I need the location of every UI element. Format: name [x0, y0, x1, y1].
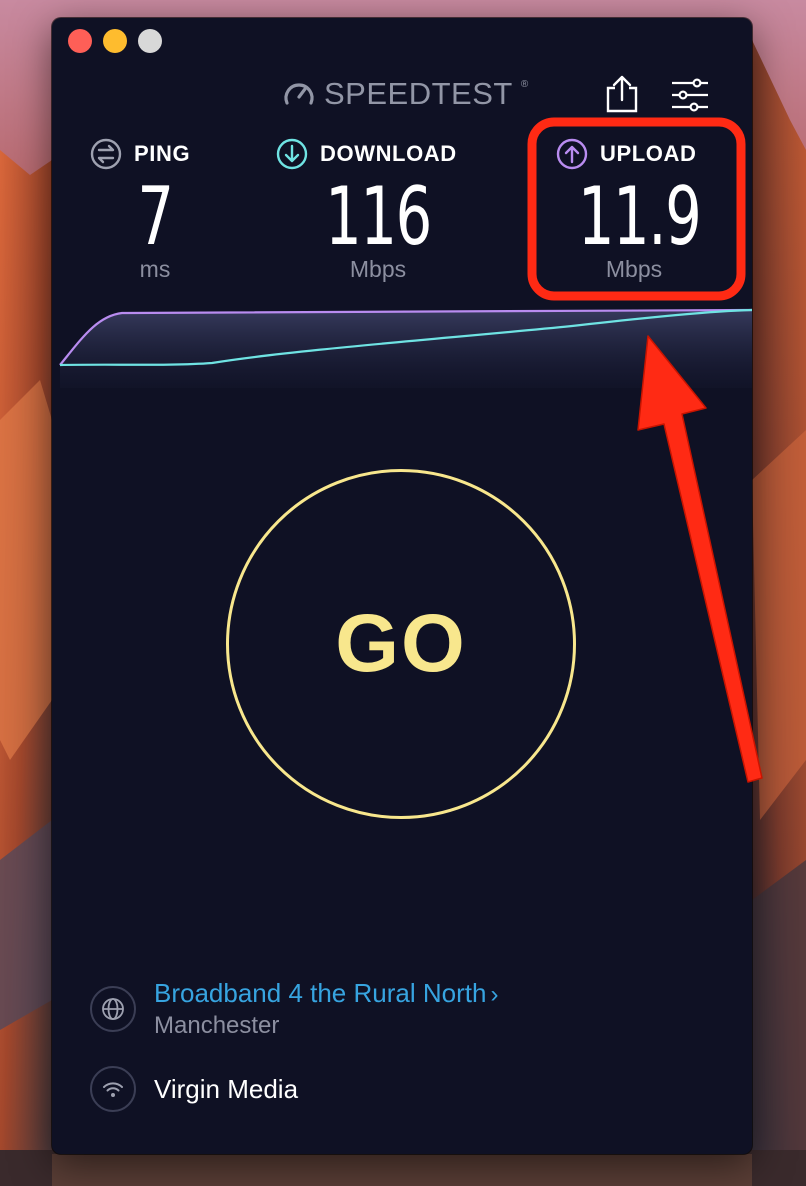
connection-icon-circle [90, 1066, 136, 1112]
go-label: GO [335, 598, 467, 689]
ping-header: PING [90, 138, 220, 170]
speedometer-icon [284, 83, 314, 105]
download-arrow-icon [276, 138, 308, 170]
settings-button[interactable] [670, 78, 710, 112]
upload-header: UPLOAD [556, 138, 712, 170]
speed-graph [59, 308, 752, 388]
chevron-right-icon: › [490, 981, 499, 1008]
globe-icon [102, 998, 124, 1020]
server-info: Broadband 4 the Rural North › Manchester [90, 978, 498, 1040]
isp-name-link[interactable]: Broadband 4 the Rural North › [154, 978, 498, 1009]
graph-area [60, 310, 752, 388]
server-city: Manchester [154, 1012, 280, 1039]
upload-label: UPLOAD [600, 141, 697, 166]
speedtest-logo: SPEEDTEST ® [282, 76, 529, 112]
settings-sliders-icon [672, 78, 708, 112]
close-window-button[interactable] [68, 29, 92, 53]
ping-metric: PING 7 ms [90, 138, 220, 283]
provider-name: Virgin Media [154, 1073, 299, 1104]
brand-name: SPEEDTEST [324, 76, 513, 111]
download-metric: DOWNLOAD 116 Mbps [276, 138, 480, 283]
server-icon-circle [90, 986, 136, 1032]
trademark-symbol: ® [520, 78, 529, 90]
minimize-window-button[interactable] [103, 29, 127, 53]
isp-name: Broadband 4 the Rural North [154, 978, 487, 1008]
download-label: DOWNLOAD [320, 141, 457, 166]
upload-arrow-icon [556, 138, 588, 170]
window-controls [68, 29, 162, 53]
download-value: 116 [325, 170, 432, 263]
ping-icon [90, 138, 122, 170]
download-header: DOWNLOAD [276, 138, 480, 170]
wifi-icon [103, 1082, 123, 1097]
upload-metric: UPLOAD 11.9 Mbps [556, 138, 712, 283]
share-button[interactable] [604, 74, 640, 114]
speedtest-window: SPEEDTEST ® PING 7 ms DOWNLOAD 116 Mbps … [52, 18, 752, 1154]
ping-value: 7 [137, 170, 174, 263]
server-text: Broadband 4 the Rural North › Manchester [154, 978, 498, 1040]
go-button[interactable]: GO [226, 469, 576, 819]
connection-info: Virgin Media [90, 1066, 298, 1112]
zoom-window-button[interactable] [138, 29, 162, 53]
share-icon [606, 75, 638, 113]
ping-label: PING [134, 141, 191, 166]
upload-value: 11.9 [577, 170, 702, 263]
